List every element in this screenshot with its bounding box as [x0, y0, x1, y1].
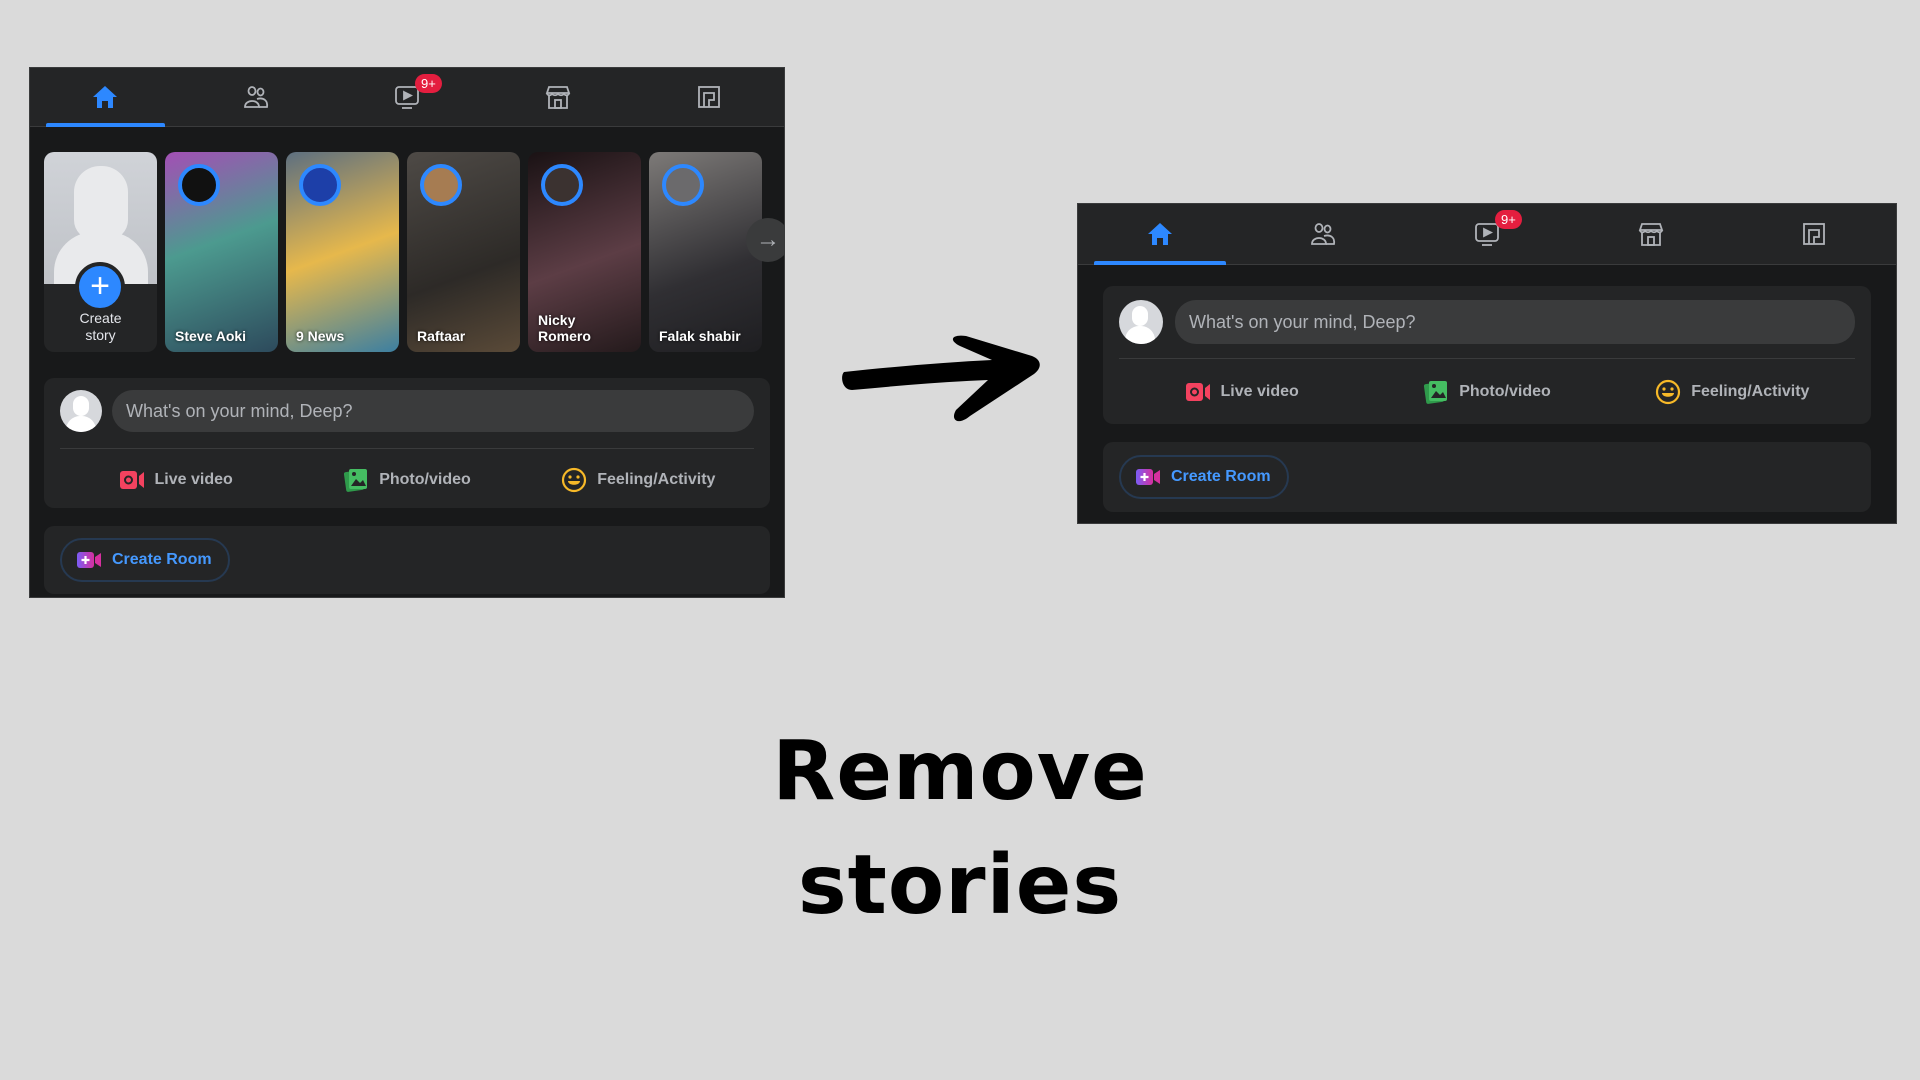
facebook-feed-after: 9+ What's on your mind, Deep? Live video…	[1078, 204, 1896, 523]
story-avatar	[662, 164, 704, 206]
action-label: Photo/video	[379, 471, 471, 488]
story-name: 9 News	[296, 328, 345, 344]
home-icon	[1146, 220, 1174, 248]
composer-actions: Live video Photo/video Feeling/Activity	[1119, 364, 1855, 420]
create-story-card[interactable]: + Create story	[44, 152, 157, 352]
post-composer-input[interactable]: What's on your mind, Deep?	[1175, 300, 1855, 344]
divider	[1119, 358, 1855, 359]
post-composer: What's on your mind, Deep? Live video Ph…	[44, 378, 770, 508]
live-video-button[interactable]: Live video	[60, 454, 291, 506]
create-story-label: Create story	[79, 310, 122, 343]
photo-video-button[interactable]: Photo/video	[1364, 364, 1609, 420]
avatar[interactable]	[1119, 300, 1163, 344]
feeling-activity-button[interactable]: Feeling/Activity	[523, 454, 754, 506]
tab-gaming[interactable]	[1732, 204, 1896, 264]
room-video-icon	[76, 550, 102, 570]
stories-tray: + Create story Steve Aoki 9 News Raftaar …	[44, 152, 762, 352]
live-video-icon	[1185, 379, 1211, 405]
feeling-icon	[561, 467, 587, 493]
feeling-icon	[1655, 379, 1681, 405]
tab-watch[interactable]: 9+	[1405, 204, 1569, 264]
caption-line: stories	[797, 838, 1123, 933]
tab-watch[interactable]: 9+	[332, 68, 483, 126]
create-room-label: Create Room	[112, 551, 212, 568]
action-label: Feeling/Activity	[597, 471, 716, 488]
home-icon	[91, 83, 119, 111]
facebook-feed-before: 9+ + Create story Steve Aoki 9 News Rafta…	[30, 68, 784, 597]
create-room-label: Create Room	[1171, 468, 1271, 485]
top-tab-bar: 9+	[30, 68, 784, 127]
story-card[interactable]: Raftaar	[407, 152, 520, 352]
composer-actions: Live video Photo/video Feeling/Activity	[60, 454, 754, 506]
divider	[60, 448, 754, 449]
story-name: Falak shabir	[659, 328, 741, 344]
story-card[interactable]: Steve Aoki	[165, 152, 278, 352]
story-card[interactable]: Nicky Romero	[528, 152, 641, 352]
tab-marketplace[interactable]	[1569, 204, 1733, 264]
notification-badge: 9+	[1494, 210, 1522, 229]
photo-video-icon	[343, 467, 369, 493]
right-arrow-icon	[842, 335, 1040, 422]
live-video-icon	[119, 467, 145, 493]
notification-badge: 9+	[414, 74, 442, 93]
friends-icon	[242, 83, 270, 111]
caption-line: Remove	[772, 724, 1148, 819]
plus-icon: +	[75, 262, 125, 312]
marketplace-icon	[544, 83, 572, 111]
tab-marketplace[interactable]	[482, 68, 633, 126]
tab-friends[interactable]	[181, 68, 332, 126]
stories-next-arrow-icon[interactable]: →	[746, 218, 784, 262]
story-avatar	[420, 164, 462, 206]
room-video-icon	[1135, 467, 1161, 487]
marketplace-icon	[1637, 220, 1665, 248]
story-name: Steve Aoki	[175, 328, 247, 344]
tab-gaming[interactable]	[633, 68, 784, 126]
post-composer-input[interactable]: What's on your mind, Deep?	[112, 390, 754, 432]
create-room-button[interactable]: Create Room	[60, 538, 230, 582]
avatar[interactable]	[60, 390, 102, 432]
tab-friends[interactable]	[1242, 204, 1406, 264]
story-name: Raftaar	[417, 328, 466, 344]
tab-home[interactable]	[30, 68, 181, 127]
story-card[interactable]: 9 News	[286, 152, 399, 352]
rooms-card: Create Room	[44, 526, 770, 594]
story-name: Nicky Romero	[538, 312, 591, 344]
story-card[interactable]: Falak shabir	[649, 152, 762, 352]
gaming-icon	[1800, 220, 1828, 248]
rooms-card: Create Room	[1103, 442, 1871, 512]
create-room-button[interactable]: Create Room	[1119, 455, 1289, 499]
photo-video-button[interactable]: Photo/video	[291, 454, 522, 506]
action-label: Live video	[1220, 383, 1299, 400]
friends-icon	[1309, 220, 1337, 248]
photo-video-icon	[1423, 379, 1449, 405]
story-avatar	[299, 164, 341, 206]
live-video-button[interactable]: Live video	[1119, 364, 1364, 420]
gaming-icon	[695, 83, 723, 111]
tab-home[interactable]	[1078, 204, 1242, 265]
caption-heading: Remove stories	[0, 715, 1920, 943]
top-tab-bar: 9+	[1078, 204, 1896, 265]
story-avatar	[541, 164, 583, 206]
action-label: Photo/video	[1459, 383, 1551, 400]
story-avatar	[178, 164, 220, 206]
post-composer: What's on your mind, Deep? Live video Ph…	[1103, 286, 1871, 424]
feeling-activity-button[interactable]: Feeling/Activity	[1610, 364, 1855, 420]
action-label: Live video	[154, 471, 233, 488]
action-label: Feeling/Activity	[1691, 383, 1810, 400]
